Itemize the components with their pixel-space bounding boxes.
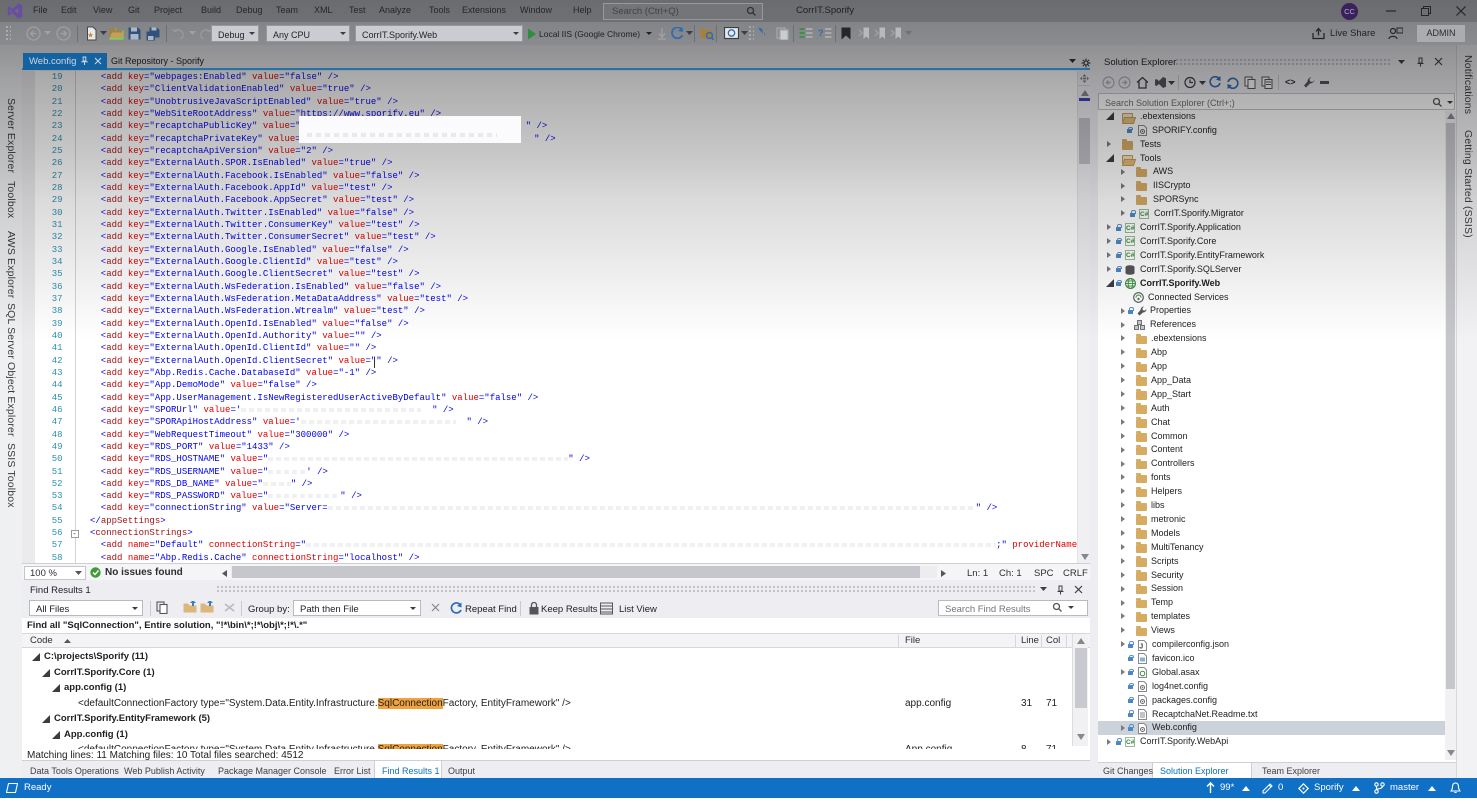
svg-text:J: J (1139, 643, 1143, 650)
svg-text:?: ? (818, 28, 824, 38)
